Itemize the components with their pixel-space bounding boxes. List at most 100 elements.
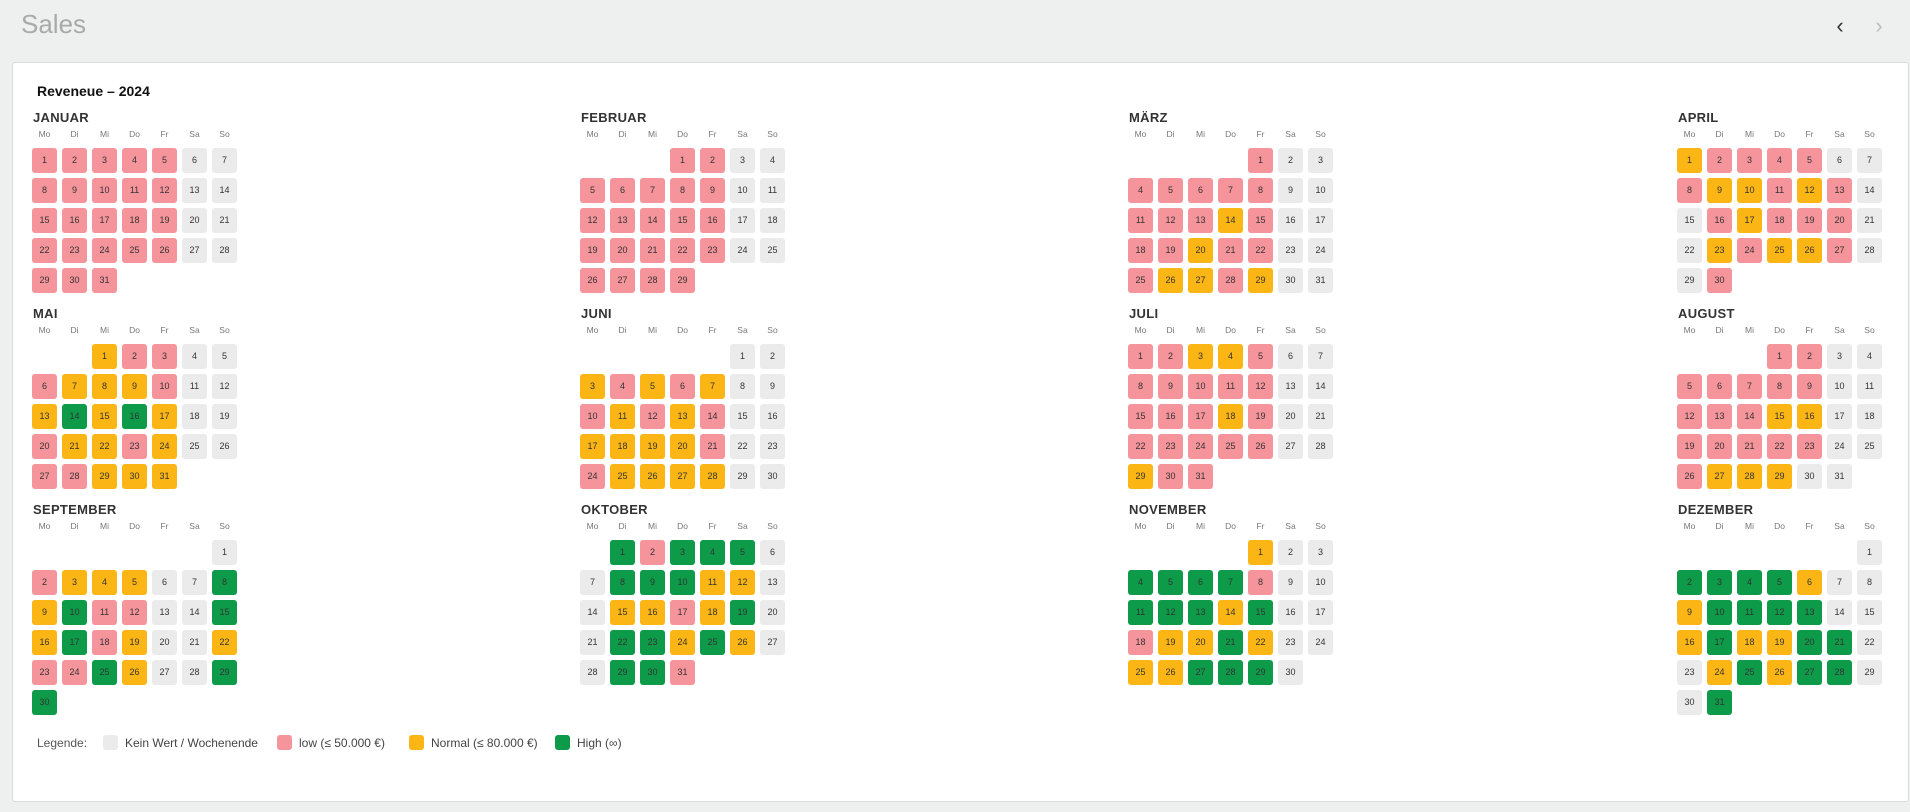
day-cell[interactable]: 17 [670,600,695,625]
day-cell[interactable]: 4 [700,540,725,565]
day-cell[interactable]: 15 [610,600,635,625]
day-cell[interactable]: 20 [610,238,635,263]
day-cell[interactable]: 9 [640,570,665,595]
day-cell[interactable]: 7 [1308,344,1333,369]
day-cell[interactable]: 5 [212,344,237,369]
day-cell[interactable]: 4 [122,148,147,173]
day-cell[interactable]: 7 [1737,374,1762,399]
day-cell[interactable]: 8 [212,570,237,595]
day-cell[interactable]: 29 [92,464,117,489]
day-cell[interactable]: 3 [1308,148,1333,173]
day-cell[interactable]: 24 [62,660,87,685]
day-cell[interactable]: 7 [212,148,237,173]
day-cell[interactable]: 4 [1857,344,1882,369]
day-cell[interactable]: 14 [62,404,87,429]
day-cell[interactable]: 17 [1308,600,1333,625]
day-cell[interactable]: 26 [1767,660,1792,685]
day-cell[interactable]: 6 [32,374,57,399]
day-cell[interactable]: 29 [1248,268,1273,293]
day-cell[interactable]: 8 [610,570,635,595]
day-cell[interactable]: 25 [1767,238,1792,263]
day-cell[interactable]: 10 [1827,374,1852,399]
day-cell[interactable]: 2 [760,344,785,369]
day-cell[interactable]: 22 [1677,238,1702,263]
day-cell[interactable]: 8 [92,374,117,399]
day-cell[interactable]: 31 [1707,690,1732,715]
day-cell[interactable]: 18 [182,404,207,429]
day-cell[interactable]: 9 [1707,178,1732,203]
day-cell[interactable]: 9 [1797,374,1822,399]
day-cell[interactable]: 6 [1797,570,1822,595]
day-cell[interactable]: 11 [1128,600,1153,625]
day-cell[interactable]: 13 [1707,404,1732,429]
day-cell[interactable]: 23 [122,434,147,459]
day-cell[interactable]: 13 [32,404,57,429]
day-cell[interactable]: 25 [1128,268,1153,293]
day-cell[interactable]: 8 [32,178,57,203]
day-cell[interactable]: 21 [580,630,605,655]
day-cell[interactable]: 2 [1677,570,1702,595]
day-cell[interactable]: 25 [700,630,725,655]
day-cell[interactable]: 24 [1737,238,1762,263]
day-cell[interactable]: 23 [32,660,57,685]
day-cell[interactable]: 19 [730,600,755,625]
day-cell[interactable]: 15 [212,600,237,625]
day-cell[interactable]: 26 [580,268,605,293]
day-cell[interactable]: 22 [212,630,237,655]
day-cell[interactable]: 16 [1797,404,1822,429]
day-cell[interactable]: 10 [670,570,695,595]
day-cell[interactable]: 9 [760,374,785,399]
day-cell[interactable]: 30 [1797,464,1822,489]
day-cell[interactable]: 29 [610,660,635,685]
day-cell[interactable]: 26 [1677,464,1702,489]
day-cell[interactable]: 8 [1248,570,1273,595]
day-cell[interactable]: 28 [1827,660,1852,685]
day-cell[interactable]: 17 [730,208,755,233]
day-cell[interactable]: 27 [760,630,785,655]
day-cell[interactable]: 11 [1737,600,1762,625]
day-cell[interactable]: 31 [152,464,177,489]
day-cell[interactable]: 8 [1767,374,1792,399]
day-cell[interactable]: 20 [1707,434,1732,459]
day-cell[interactable]: 4 [1128,570,1153,595]
day-cell[interactable]: 7 [62,374,87,399]
day-cell[interactable]: 29 [32,268,57,293]
day-cell[interactable]: 28 [640,268,665,293]
day-cell[interactable]: 3 [670,540,695,565]
day-cell[interactable]: 17 [62,630,87,655]
day-cell[interactable]: 26 [122,660,147,685]
day-cell[interactable]: 21 [700,434,725,459]
day-cell[interactable]: 5 [152,148,177,173]
day-cell[interactable]: 25 [1737,660,1762,685]
day-cell[interactable]: 17 [1737,208,1762,233]
day-cell[interactable]: 26 [1797,238,1822,263]
day-cell[interactable]: 20 [1278,404,1303,429]
day-cell[interactable]: 30 [1677,690,1702,715]
day-cell[interactable]: 13 [1797,600,1822,625]
day-cell[interactable]: 12 [640,404,665,429]
day-cell[interactable]: 28 [1308,434,1333,459]
day-cell[interactable]: 20 [760,600,785,625]
day-cell[interactable]: 29 [1128,464,1153,489]
day-cell[interactable]: 6 [1188,570,1213,595]
day-cell[interactable]: 7 [182,570,207,595]
day-cell[interactable]: 11 [1218,374,1243,399]
day-cell[interactable]: 30 [760,464,785,489]
day-cell[interactable]: 19 [580,238,605,263]
day-cell[interactable]: 14 [1827,600,1852,625]
day-cell[interactable]: 23 [1278,630,1303,655]
day-cell[interactable]: 9 [1677,600,1702,625]
day-cell[interactable]: 5 [730,540,755,565]
day-cell[interactable]: 4 [1218,344,1243,369]
day-cell[interactable]: 29 [670,268,695,293]
day-cell[interactable]: 16 [62,208,87,233]
day-cell[interactable]: 23 [1158,434,1183,459]
day-cell[interactable]: 23 [1677,660,1702,685]
day-cell[interactable]: 6 [1827,148,1852,173]
day-cell[interactable]: 23 [1797,434,1822,459]
day-cell[interactable]: 10 [1707,600,1732,625]
day-cell[interactable]: 30 [32,690,57,715]
day-cell[interactable]: 24 [152,434,177,459]
chevron-left-icon[interactable]: ‹ [1832,15,1848,37]
day-cell[interactable]: 17 [1707,630,1732,655]
